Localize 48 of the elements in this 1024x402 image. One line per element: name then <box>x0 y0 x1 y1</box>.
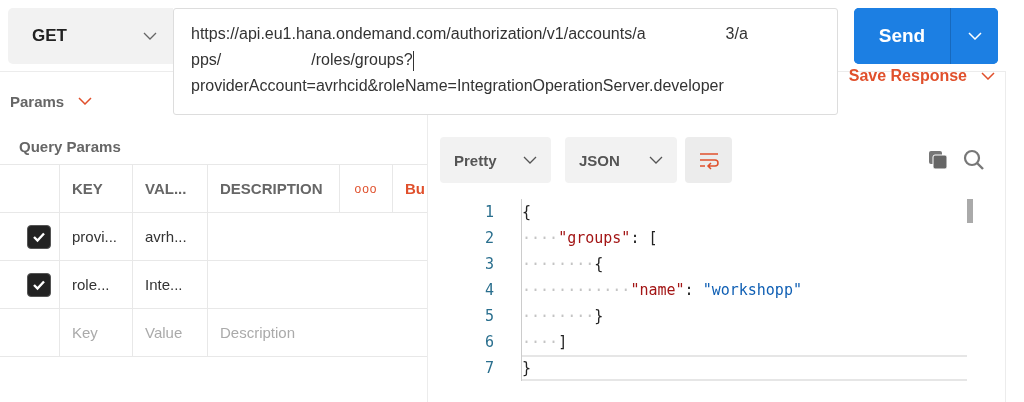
table-cell: avrh... <box>145 228 187 245</box>
line-number: 2 <box>483 228 495 249</box>
save-response-button[interactable]: Save Response <box>848 67 967 85</box>
line-number: 7 <box>483 358 495 379</box>
language-dropdown[interactable]: JSON <box>565 137 677 183</box>
method-dropdown[interactable]: GET <box>8 7 173 64</box>
chevron-down-icon <box>78 97 93 105</box>
code-line: ········} <box>522 306 605 327</box>
params-tab[interactable]: Params <box>10 92 65 110</box>
code-line: ····"groups": [ <box>522 228 659 249</box>
description-input[interactable]: Description <box>220 324 296 341</box>
checkbox[interactable] <box>27 224 51 249</box>
line-number: 3 <box>483 254 495 275</box>
more-options-button[interactable]: ooo <box>354 181 378 196</box>
table-cell: Inte... <box>145 276 183 293</box>
chevron-down-icon <box>981 72 995 80</box>
table-cell: role... <box>72 276 110 293</box>
bulk-edit-link[interactable]: Bu <box>405 180 425 197</box>
table-cell: provi... <box>72 228 117 245</box>
section-title: Query Params <box>18 137 122 157</box>
line-number: 6 <box>483 332 495 353</box>
column-header: VAL... <box>145 180 187 197</box>
column-header: KEY <box>72 180 103 197</box>
value-input[interactable]: Value <box>145 324 183 341</box>
url-field[interactable]: https://api.eu1.hana.ondemand.com/authorization/v1/accounts/a 3/a pps/ /roles/groups? providerAccount=avrhcid&roleName=IntegrationOperationServer.developer <box>173 8 838 115</box>
code-line: ············"name": "workshopp" <box>522 280 803 301</box>
wrap-lines-button[interactable] <box>685 137 732 183</box>
line-number: 4 <box>483 280 495 301</box>
key-input[interactable]: Key <box>72 324 98 341</box>
code-line: { <box>522 202 533 223</box>
chevron-down-icon <box>967 31 982 40</box>
chevron-down-icon <box>649 156 663 164</box>
checkbox[interactable] <box>27 272 51 297</box>
code-line: ····] <box>522 332 569 353</box>
chevron-down-icon <box>143 31 157 40</box>
checkmark-icon <box>32 278 46 291</box>
chevron-down-icon <box>523 156 537 164</box>
code-line: ········{ <box>522 254 605 275</box>
format-dropdown[interactable]: Pretty <box>440 137 551 183</box>
checkmark-icon <box>32 230 46 243</box>
column-header: DESCRIPTION <box>220 180 323 197</box>
line-number: 5 <box>483 306 495 327</box>
scrollbar-thumb[interactable] <box>967 199 973 223</box>
line-number: 1 <box>483 202 495 223</box>
copy-icon[interactable] <box>927 149 949 171</box>
search-icon[interactable] <box>963 149 985 171</box>
code-line: } <box>522 355 967 381</box>
send-button[interactable]: Send <box>854 7 951 64</box>
